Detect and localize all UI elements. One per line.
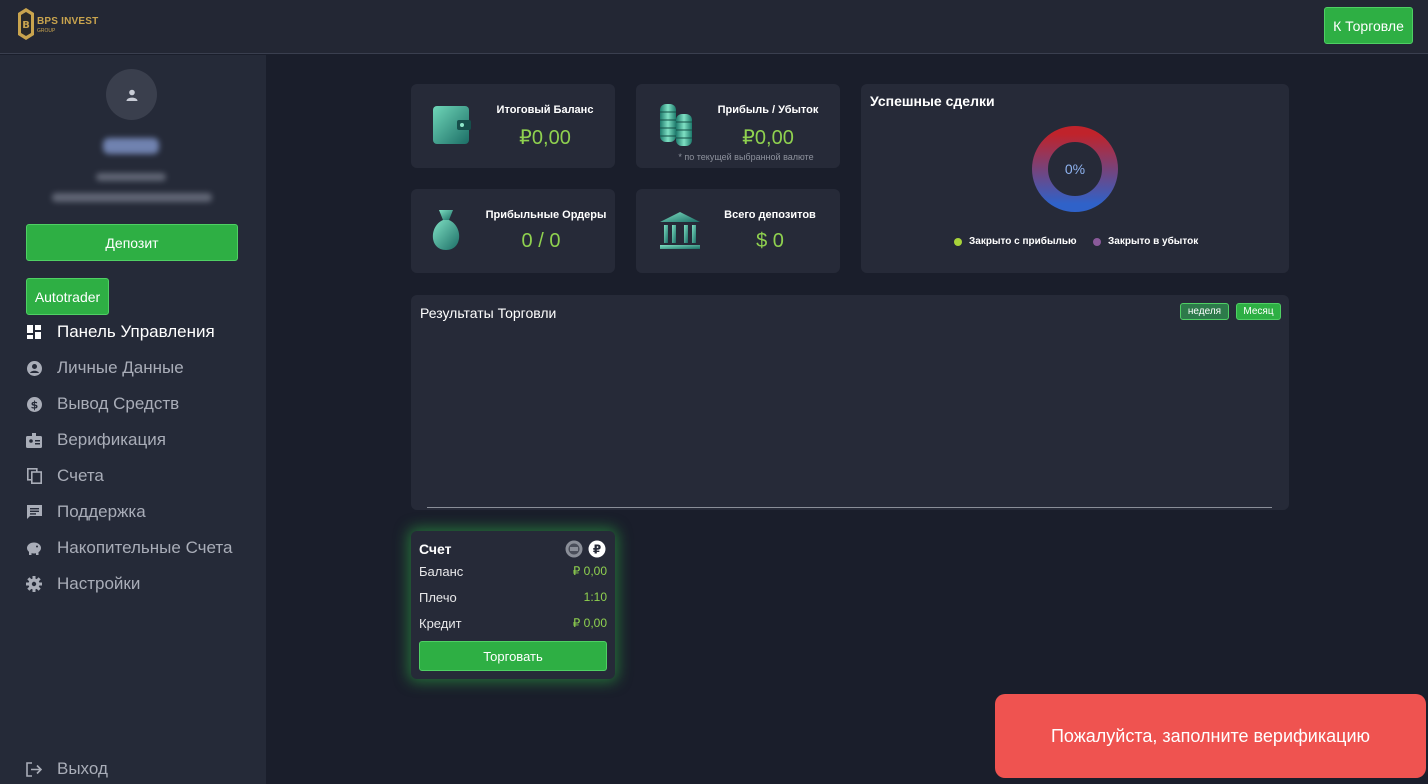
user-email-redacted [52, 193, 212, 202]
total-deposits-card: Всего депозитов $ 0 [636, 189, 840, 273]
coins-icon [660, 104, 692, 146]
logo-subtext: GROUP [37, 28, 56, 34]
money-bag-icon [432, 210, 460, 250]
svg-text:₽: ₽ [593, 543, 601, 557]
balance-card: Итоговый Баланс ₽0,00 [411, 84, 615, 168]
dollar-circle-icon: $ [26, 396, 42, 412]
sidebar-item-accounts[interactable]: Счета [0, 458, 266, 494]
sidebar-item-label: Счета [57, 466, 104, 485]
user-circle-icon [26, 360, 42, 376]
account-card: Счет ₽ Баланс ₽ 0,00 Плечо 1:10 Кредит ₽… [411, 531, 615, 679]
sidebar-item-withdrawal[interactable]: $ Вывод Средств [0, 386, 266, 422]
successful-trades-title: Успешные сделки [870, 93, 995, 109]
sidebar-item-label: Настройки [57, 574, 141, 593]
account-balance-value: ₽ 0,00 [572, 564, 607, 578]
svg-text:$: $ [30, 398, 38, 411]
chart-baseline [427, 507, 1272, 508]
copy-icon [26, 468, 42, 484]
sidebar-item-verification[interactable]: Верификация [0, 422, 266, 458]
account-credit-label: Кредит [419, 616, 462, 631]
legend-loss-dot [1093, 237, 1101, 246]
svg-text:B: B [22, 20, 30, 31]
logout-container: Выход [0, 751, 266, 784]
sidebar-item-logout[interactable]: Выход [0, 751, 266, 784]
balance-title: Итоговый Баланс [496, 104, 594, 116]
sidebar-item-savings[interactable]: Накопительные Счета [0, 530, 266, 566]
deposits-value: $ 0 [756, 230, 784, 252]
sidebar: Депозит Autotrader Панель Управления Лич… [0, 55, 266, 784]
user-icon [126, 89, 137, 101]
sidebar-nav: Панель Управления Личные Данные $ Вывод … [0, 314, 266, 602]
orders-value: 0 / 0 [521, 230, 561, 252]
sidebar-item-label: Накопительные Счета [57, 538, 233, 557]
trade-button[interactable]: Торговать [419, 641, 607, 671]
legend-profit: Закрыто с прибылью [954, 236, 1077, 247]
sidebar-item-label: Личные Данные [57, 358, 184, 377]
donut-percent: 0% [1065, 161, 1085, 177]
sidebar-item-support[interactable]: Поддержка [0, 494, 266, 530]
logo-text: BPS INVEST [37, 16, 99, 27]
dashboard-icon [26, 324, 42, 340]
account-leverage-value: 1:10 [583, 590, 607, 604]
deposit-button[interactable]: Депозит [26, 224, 238, 261]
orders-title: Прибыльные Ордеры [485, 209, 607, 221]
chat-icon [26, 504, 42, 520]
sidebar-item-dashboard[interactable]: Панель Управления [0, 314, 266, 350]
logout-label: Выход [57, 759, 108, 778]
successful-trades-card: Успешные сделки 0% Закрыто с прибылью За… [861, 84, 1289, 273]
week-button[interactable]: неделя [1180, 303, 1229, 320]
user-name-redacted [103, 138, 159, 154]
avatar[interactable] [106, 69, 157, 120]
to-trading-button[interactable]: К Торговле [1324, 7, 1413, 44]
wallet-icon [433, 106, 471, 144]
piggy-bank-icon [26, 540, 42, 556]
sidebar-item-personal-data[interactable]: Личные Данные [0, 350, 266, 386]
id-badge-icon [26, 432, 42, 448]
profit-value: ₽0,00 [742, 127, 794, 149]
account-credit-value: ₽ 0,00 [572, 616, 607, 630]
sidebar-item-label: Панель Управления [57, 322, 215, 341]
trading-results-title: Результаты Торговли [420, 305, 557, 321]
legend-profit-label: Закрыто с прибылью [969, 236, 1077, 247]
bank-icon [660, 212, 700, 249]
sidebar-item-label: Поддержка [57, 502, 146, 521]
balance-value: ₽0,00 [519, 127, 571, 149]
ruble-icon: ₽ [588, 540, 606, 558]
autotrader-button[interactable]: Autotrader [26, 278, 109, 315]
account-leverage-label: Плечо [419, 590, 457, 605]
profit-title: Прибыль / Убыток [717, 104, 819, 116]
account-title: Счет [419, 541, 452, 557]
legend-loss: Закрыто в убыток [1093, 236, 1198, 247]
sidebar-item-label: Вывод Средств [57, 394, 180, 413]
account-balance-row: Баланс ₽ 0,00 [419, 564, 607, 579]
verification-toast[interactable]: Пожалуйста, заполните верификацию [995, 694, 1426, 778]
sidebar-item-label: Верификация [57, 430, 166, 449]
user-id-redacted [96, 173, 166, 181]
logout-icon [26, 761, 42, 777]
legend-loss-label: Закрыто в убыток [1108, 236, 1199, 247]
gear-icon [26, 576, 42, 592]
top-bar: B BPS INVEST GROUP К Торговле [0, 0, 1428, 54]
success-donut-chart: 0% [1032, 126, 1118, 212]
logo[interactable]: B BPS INVEST GROUP [17, 7, 117, 43]
trading-results-card: Результаты Торговли неделя Месяц [411, 295, 1289, 510]
sidebar-item-settings[interactable]: Настройки [0, 566, 266, 602]
account-credit-row: Кредит ₽ 0,00 [419, 616, 607, 631]
month-button[interactable]: Месяц [1236, 303, 1281, 320]
account-balance-label: Баланс [419, 564, 464, 579]
account-badge-icon [565, 540, 583, 558]
profit-note: * по текущей выбранной валюте [678, 152, 814, 162]
profit-card: Прибыль / Убыток ₽0,00 * по текущей выбр… [636, 84, 840, 168]
logo-icon: B [18, 8, 34, 40]
legend-profit-dot [954, 237, 962, 246]
profitable-orders-card: Прибыльные Ордеры 0 / 0 [411, 189, 615, 273]
toast-message: Пожалуйста, заполните верификацию [1050, 725, 1371, 746]
deposits-title: Всего депозитов [724, 209, 816, 221]
account-leverage-row: Плечо 1:10 [419, 590, 607, 605]
